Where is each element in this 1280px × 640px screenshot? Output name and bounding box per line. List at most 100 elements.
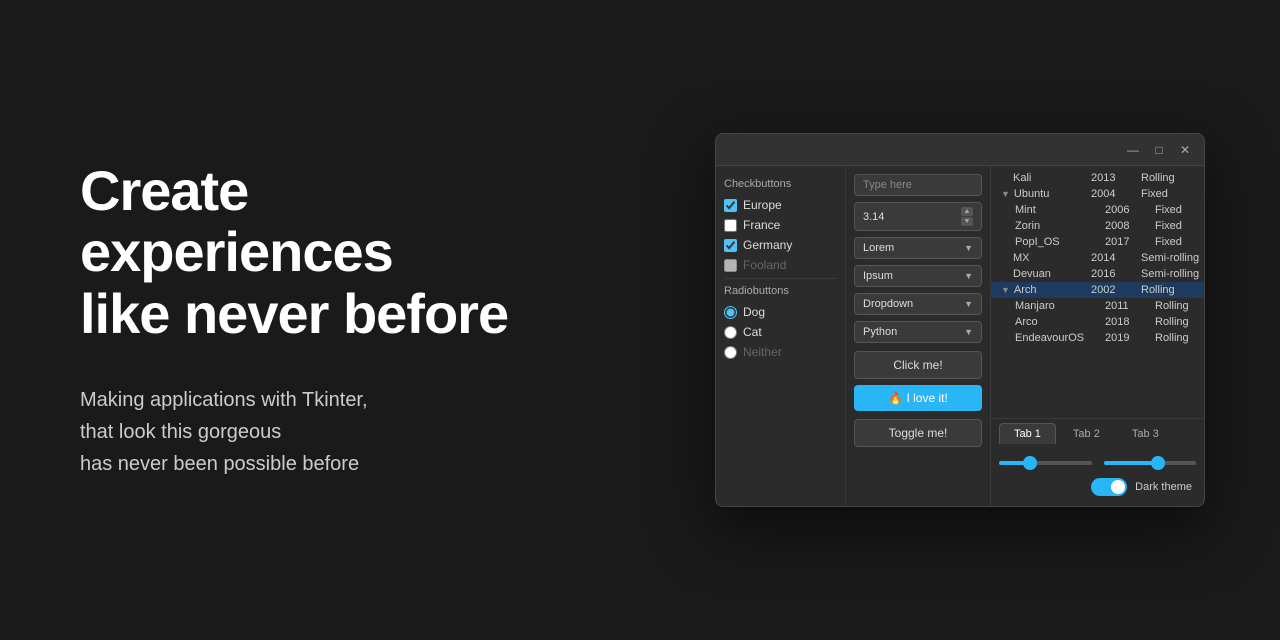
slider-2-wrap <box>1104 452 1197 470</box>
select-dropdown[interactable]: Dropdown ▼ <box>854 293 982 315</box>
toggle-button[interactable]: Toggle me! <box>854 419 982 447</box>
tree-col-year: 2016 <box>1089 268 1139 280</box>
tree-row[interactable]: Kali 2013 Rolling <box>991 170 1204 186</box>
radio-dog[interactable]: Dog <box>724 305 837 319</box>
click-me-button[interactable]: Click me! <box>854 351 982 379</box>
select-dropdown-value: Dropdown <box>863 298 913 310</box>
right-panel: Kali 2013 Rolling ▼ Ubuntu 2004 Fixed Mi… <box>991 166 1204 506</box>
tree-col-year: 2014 <box>1089 252 1139 264</box>
tree-row-arch[interactable]: ▼ Arch 2002 Rolling <box>991 282 1204 298</box>
check-france-input[interactable] <box>724 219 737 232</box>
dark-theme-toggle[interactable] <box>1091 478 1127 496</box>
check-germany[interactable]: Germany <box>724 238 837 252</box>
check-germany-input[interactable] <box>724 239 737 252</box>
tree-row[interactable]: Arco 2018 Rolling <box>991 314 1204 330</box>
tab-3[interactable]: Tab 3 <box>1117 423 1174 444</box>
select-python-arrow: ▼ <box>964 327 973 337</box>
love-it-button[interactable]: 🔥 I love it! <box>854 385 982 411</box>
tree-col-type: Semi-rolling <box>1139 252 1204 264</box>
check-germany-label: Germany <box>743 238 792 252</box>
tree-col-name: Manjaro <box>1013 300 1103 312</box>
check-france[interactable]: France <box>724 218 837 232</box>
radio-neither-input[interactable] <box>724 346 737 359</box>
tree-col-year: 2018 <box>1103 316 1153 328</box>
headline: Create experienceslike never before <box>80 160 560 345</box>
dark-theme-label: Dark theme <box>1135 481 1192 493</box>
tree-col-type: Rolling <box>1153 300 1204 312</box>
tree-row[interactable]: Zorin 2008 Fixed <box>991 218 1204 234</box>
spin-box[interactable]: 3.14 ▲ ▼ <box>854 202 982 231</box>
tree-col-type: Rolling <box>1139 284 1204 296</box>
radio-neither[interactable]: Neither <box>724 345 837 359</box>
check-europe[interactable]: Europe <box>724 198 837 212</box>
radio-dog-label: Dog <box>743 305 765 319</box>
tree-row[interactable]: ▼ Ubuntu 2004 Fixed <box>991 186 1204 202</box>
tree-col-type: Rolling <box>1153 332 1204 344</box>
check-europe-input[interactable] <box>724 199 737 212</box>
tree-row[interactable]: EndeavourOS 2019 Rolling <box>991 330 1204 346</box>
titlebar: — □ ✕ <box>716 134 1204 166</box>
tree-row[interactable]: MX 2014 Semi-rolling <box>991 250 1204 266</box>
tree-col-name: Arco <box>1013 316 1103 328</box>
tree-col-type: Rolling <box>1153 316 1204 328</box>
tree-col-year: 2006 <box>1103 204 1153 216</box>
radio-dog-input[interactable] <box>724 306 737 319</box>
spin-up[interactable]: ▲ <box>961 207 973 216</box>
bottom-controls: Dark theme <box>991 444 1204 506</box>
select-lorem-arrow: ▼ <box>964 243 973 253</box>
window-content: Checkbuttons Europe France Germany Foola… <box>716 166 1204 506</box>
tab-2[interactable]: Tab 2 <box>1058 423 1115 444</box>
check-fooland-label: Fooland <box>743 258 786 272</box>
close-button[interactable]: ✕ <box>1174 139 1196 161</box>
slider-1-wrap <box>999 452 1092 470</box>
spin-down[interactable]: ▼ <box>961 217 973 226</box>
tree-col-type: Fixed <box>1153 236 1204 248</box>
select-python-value: Python <box>863 326 897 338</box>
tree-col-year: 2011 <box>1103 300 1153 312</box>
dark-theme-row: Dark theme <box>999 478 1196 496</box>
radio-cat-label: Cat <box>743 325 762 339</box>
radio-cat[interactable]: Cat <box>724 325 837 339</box>
slider-2[interactable] <box>1104 461 1197 465</box>
tree-col-name: ▼ Arch <box>999 284 1089 296</box>
tree-view[interactable]: Kali 2013 Rolling ▼ Ubuntu 2004 Fixed Mi… <box>991 166 1204 418</box>
tree-col-type: Rolling <box>1139 172 1204 184</box>
maximize-button[interactable]: □ <box>1148 139 1170 161</box>
tree-row[interactable]: PopI_OS 2017 Fixed <box>991 234 1204 250</box>
tree-col-name: Kali <box>999 172 1089 184</box>
select-lorem[interactable]: Lorem ▼ <box>854 237 982 259</box>
tree-row[interactable]: Devuan 2016 Semi-rolling <box>991 266 1204 282</box>
select-dropdown-arrow: ▼ <box>964 299 973 309</box>
panel-divider <box>724 278 837 279</box>
check-europe-label: Europe <box>743 198 782 212</box>
tree-col-type: Fixed <box>1139 188 1204 200</box>
check-france-label: France <box>743 218 780 232</box>
tree-row[interactable]: Mint 2006 Fixed <box>991 202 1204 218</box>
slider-1[interactable] <box>999 461 1092 465</box>
spin-arrows: ▲ ▼ <box>961 207 973 226</box>
right-section: — □ ✕ Checkbuttons Europe France Germany <box>640 133 1280 507</box>
text-input[interactable] <box>854 174 982 196</box>
tree-row[interactable]: Manjaro 2011 Rolling <box>991 298 1204 314</box>
tree-col-name: ▼ Ubuntu <box>999 188 1089 200</box>
tree-col-year: 2013 <box>1089 172 1139 184</box>
tree-col-name: Zorin <box>1013 220 1103 232</box>
tree-col-type: Fixed <box>1153 204 1204 216</box>
check-fooland[interactable]: Fooland <box>724 258 837 272</box>
app-window: — □ ✕ Checkbuttons Europe France Germany <box>715 133 1205 507</box>
select-ipsum-arrow: ▼ <box>964 271 973 281</box>
tree-col-year: 2019 <box>1103 332 1153 344</box>
radio-cat-input[interactable] <box>724 326 737 339</box>
subtext: Making applications with Tkinter, that l… <box>80 384 560 480</box>
minimize-button[interactable]: — <box>1122 139 1144 161</box>
left-panel: Checkbuttons Europe France Germany Foola… <box>716 166 846 506</box>
left-section: Create experienceslike never before Maki… <box>0 100 640 541</box>
tab-1[interactable]: Tab 1 <box>999 423 1056 444</box>
select-ipsum[interactable]: Ipsum ▼ <box>854 265 982 287</box>
select-ipsum-value: Ipsum <box>863 270 893 282</box>
select-python[interactable]: Python ▼ <box>854 321 982 343</box>
radio-neither-label: Neither <box>743 345 782 359</box>
tree-col-name: MX <box>999 252 1089 264</box>
check-fooland-input[interactable] <box>724 259 737 272</box>
tabs-bar: Tab 1 Tab 2 Tab 3 <box>991 418 1204 444</box>
